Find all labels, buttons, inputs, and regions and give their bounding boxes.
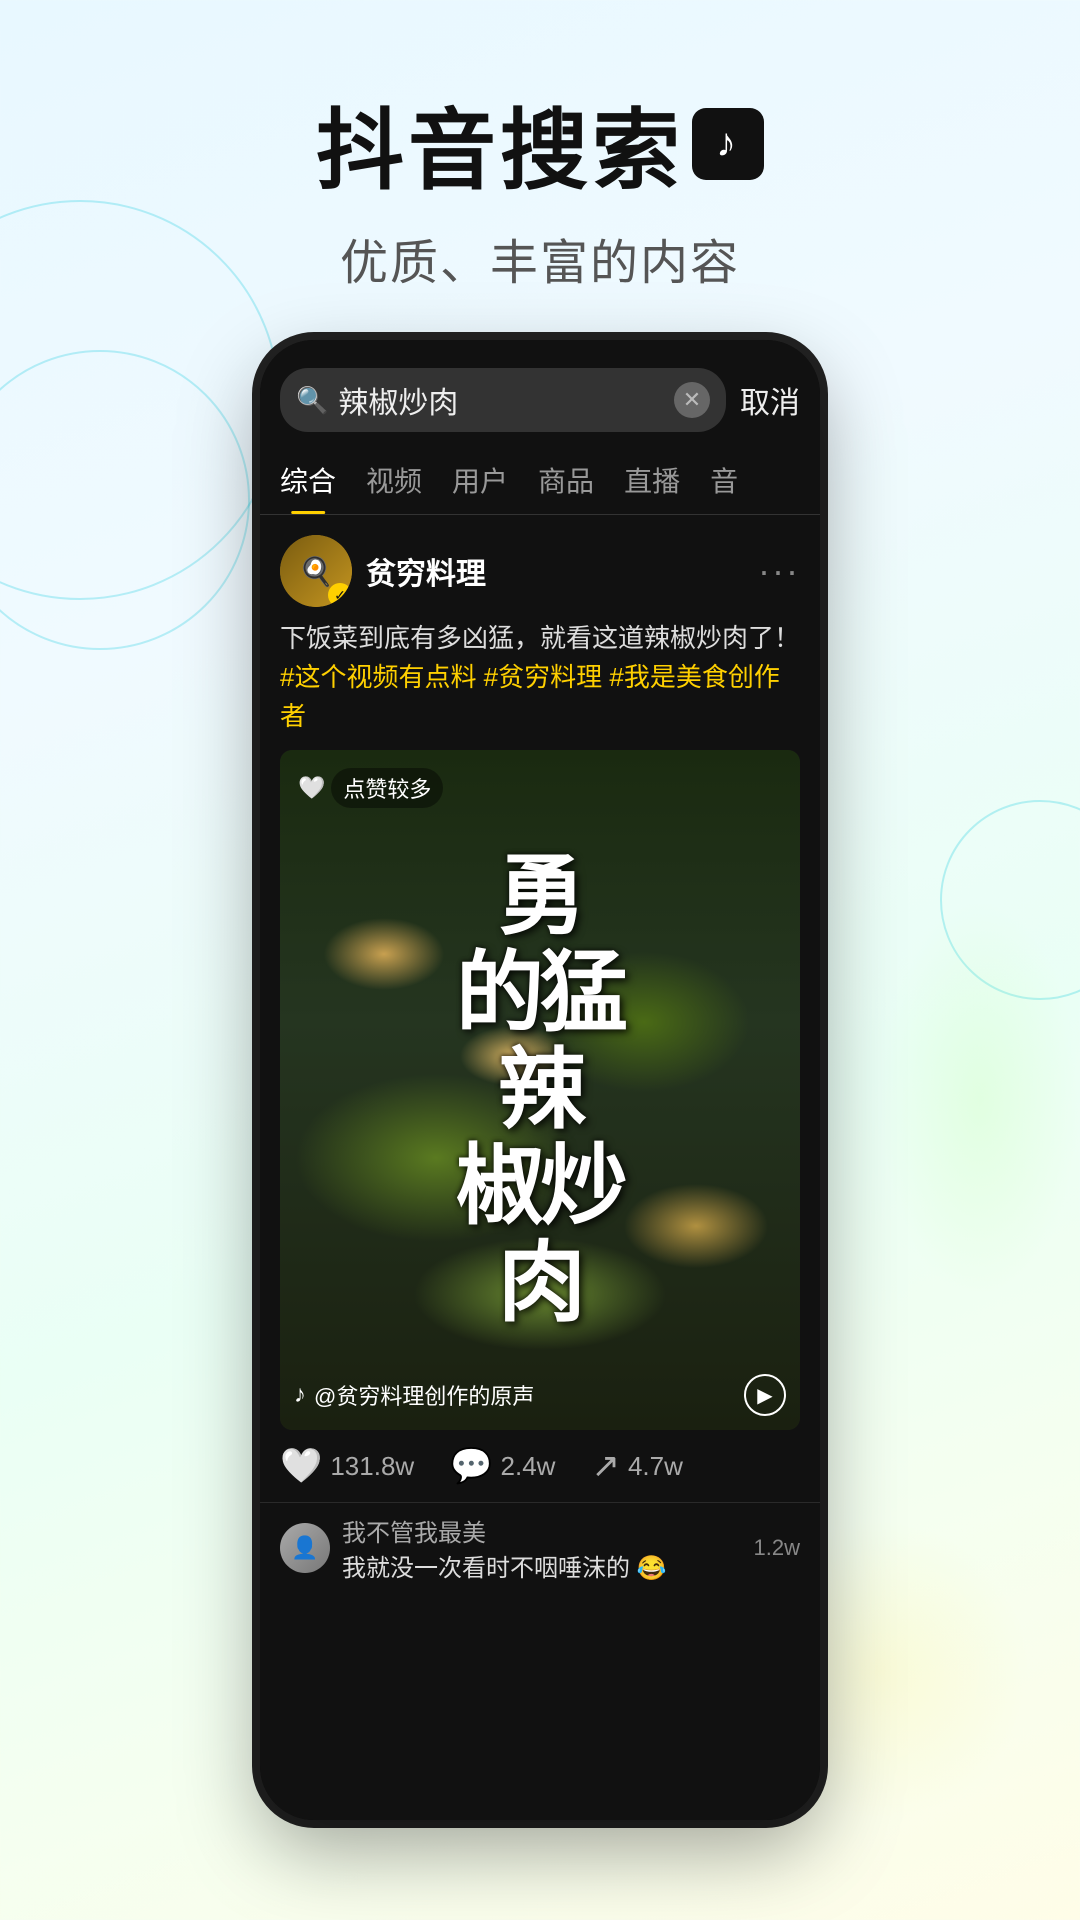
share-action[interactable]: ↗ 4.7w (591, 1446, 682, 1486)
comment-avatar: 👤 (280, 1523, 330, 1573)
comment-action[interactable]: 💬 2.4w (450, 1446, 555, 1486)
like-icon: 🤍 (280, 1446, 322, 1486)
post-hashtags[interactable]: #这个视频有点料 #贫穷料理 #我是美食创作者 (280, 662, 780, 731)
search-bar-container: 🔍 辣椒炒肉 ✕ 取消 (260, 340, 820, 444)
bg-decoration-circle-3 (940, 800, 1080, 1000)
content-area: 🍳 ✓ 贫穷料理 ··· 下饭菜到底有多凶猛，就看这道辣椒炒肉了！ #这个视频有… (260, 515, 820, 1820)
right-glow-decoration (880, 900, 1080, 1300)
share-icon: ↗ (591, 1446, 620, 1486)
tab-视频[interactable]: 视频 (366, 444, 422, 514)
phone-screen: 🔍 辣椒炒肉 ✕ 取消 综合 视频 用户 商品 直播 音 (260, 340, 820, 1820)
video-badge: 🤍 点赞较多 (298, 768, 443, 808)
tab-音[interactable]: 音 (710, 444, 738, 514)
post-header: 🍳 ✓ 贫穷料理 ··· (260, 515, 820, 619)
app-subtitle: 优质、丰富的内容 (0, 223, 1080, 293)
search-query-text: 辣椒炒肉 (338, 378, 664, 422)
verified-badge: ✓ (328, 583, 352, 607)
phone-mockup: 🔍 辣椒炒肉 ✕ 取消 综合 视频 用户 商品 直播 音 (260, 340, 820, 1820)
tab-商品[interactable]: 商品 (538, 444, 594, 514)
tabs-container: 综合 视频 用户 商品 直播 音 (260, 444, 820, 515)
like-count: 131.8w (330, 1451, 414, 1482)
app-title-container: 抖音搜索 (0, 80, 1080, 207)
search-icon: 🔍 (296, 385, 328, 416)
video-audio-bar: ♪ @贫穷料理创作的原声 ▶ (294, 1374, 786, 1416)
tab-用户[interactable]: 用户 (452, 444, 508, 514)
tiktok-audio-icon: ♪ (294, 1381, 306, 1409)
avatar: 🍳 ✓ (280, 535, 352, 607)
video-calligraphy-text: 勇的猛辣椒炒肉 (456, 848, 624, 1332)
tiktok-logo-icon (692, 108, 764, 180)
audio-label-container: ♪ @贫穷料理创作的原声 (294, 1379, 534, 1411)
post-description: 下饭菜到底有多凶猛，就看这道辣椒炒肉了！ #这个视频有点料 #贫穷料理 #我是美… (260, 619, 820, 750)
app-title-text: 抖音搜索 (316, 80, 684, 207)
comment-text: 我就没一次看时不咽唾沫的 😂 (342, 1548, 742, 1583)
search-clear-button[interactable]: ✕ (674, 382, 710, 418)
more-options-icon[interactable]: ··· (758, 550, 800, 592)
tab-综合[interactable]: 综合 (280, 444, 336, 514)
search-cancel-button[interactable]: 取消 (740, 378, 800, 422)
play-button[interactable]: ▶ (744, 1374, 786, 1416)
comment-item: 👤 我不管我最美 我就没一次看时不咽唾沫的 😂 1.2w (280, 1503, 800, 1593)
comment-count: 2.4w (501, 1451, 556, 1482)
comment-icon: 💬 (450, 1446, 492, 1486)
video-text-overlay: 勇的猛辣椒炒肉 (456, 848, 624, 1332)
comment-content: 我不管我最美 我就没一次看时不咽唾沫的 😂 (342, 1513, 742, 1583)
post-description-text: 下饭菜到底有多凶猛，就看这道辣椒炒肉了！ (280, 623, 800, 653)
username: 贫穷料理 (366, 549, 744, 593)
comment-likes: 1.2w (754, 1535, 800, 1561)
audio-label: @贫穷料理创作的原声 (314, 1379, 534, 1411)
bg-decoration-circle-2 (0, 350, 250, 650)
badge-heart-icon: 🤍 (298, 775, 325, 801)
video-thumbnail[interactable]: 🤍 点赞较多 勇的猛辣椒炒肉 ♪ @贫穷料理创作的原声 ▶ (280, 750, 800, 1430)
app-header: 抖音搜索 优质、丰富的内容 (0, 0, 1080, 333)
post-actions: 🤍 131.8w 💬 2.4w ↗ 4.7w (260, 1430, 820, 1502)
badge-text: 点赞较多 (331, 768, 443, 808)
search-bar[interactable]: 🔍 辣椒炒肉 ✕ (280, 368, 726, 432)
tab-直播[interactable]: 直播 (624, 444, 680, 514)
comment-preview: 👤 我不管我最美 我就没一次看时不咽唾沫的 😂 1.2w (260, 1502, 820, 1607)
share-count: 4.7w (628, 1451, 683, 1482)
like-action[interactable]: 🤍 131.8w (280, 1446, 414, 1486)
comment-username: 我不管我最美 (342, 1513, 742, 1548)
